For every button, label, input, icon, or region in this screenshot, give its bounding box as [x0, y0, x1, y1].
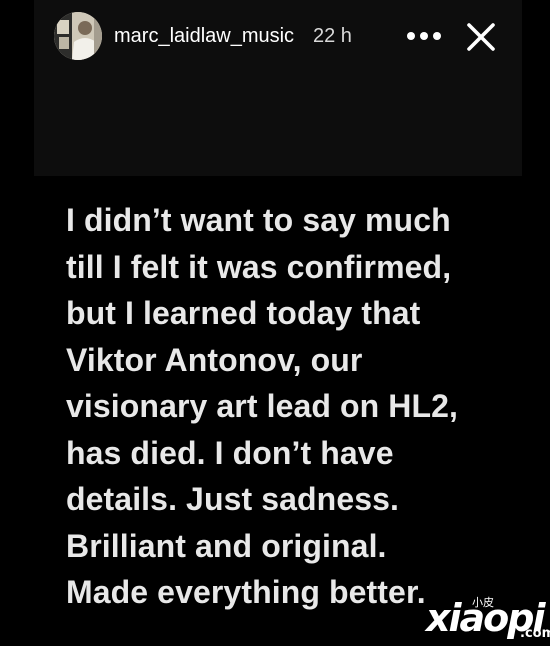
- story-line: Viktor Antonov, our: [66, 341, 363, 378]
- story-line: till I felt it was confirmed,: [66, 248, 452, 285]
- close-icon[interactable]: [464, 20, 498, 54]
- story-line: details. Just sadness.: [66, 481, 400, 517]
- avatar-image: [54, 12, 102, 60]
- story-line: has died. I don’t have: [66, 434, 394, 471]
- watermark-logo: 小皮 xiaopi .com: [424, 582, 550, 646]
- more-horizontal-icon[interactable]: [404, 24, 444, 48]
- watermark-suffix-text: .com: [520, 626, 550, 641]
- story-line: Brilliant and original.: [66, 527, 387, 564]
- story-line: but I learned today that: [66, 295, 421, 331]
- username[interactable]: marc_laidlaw_music: [114, 25, 294, 48]
- story-line: visionary art lead on HL2,: [66, 388, 459, 424]
- post-time: 22 h: [313, 25, 352, 47]
- story-text: I didn’t want to say much till I felt it…: [66, 197, 536, 616]
- story-line: I didn’t want to say much: [66, 202, 451, 238]
- story-viewer: marc_laidlaw_music 22 h I didn’t want to…: [0, 0, 550, 646]
- avatar[interactable]: [54, 12, 102, 60]
